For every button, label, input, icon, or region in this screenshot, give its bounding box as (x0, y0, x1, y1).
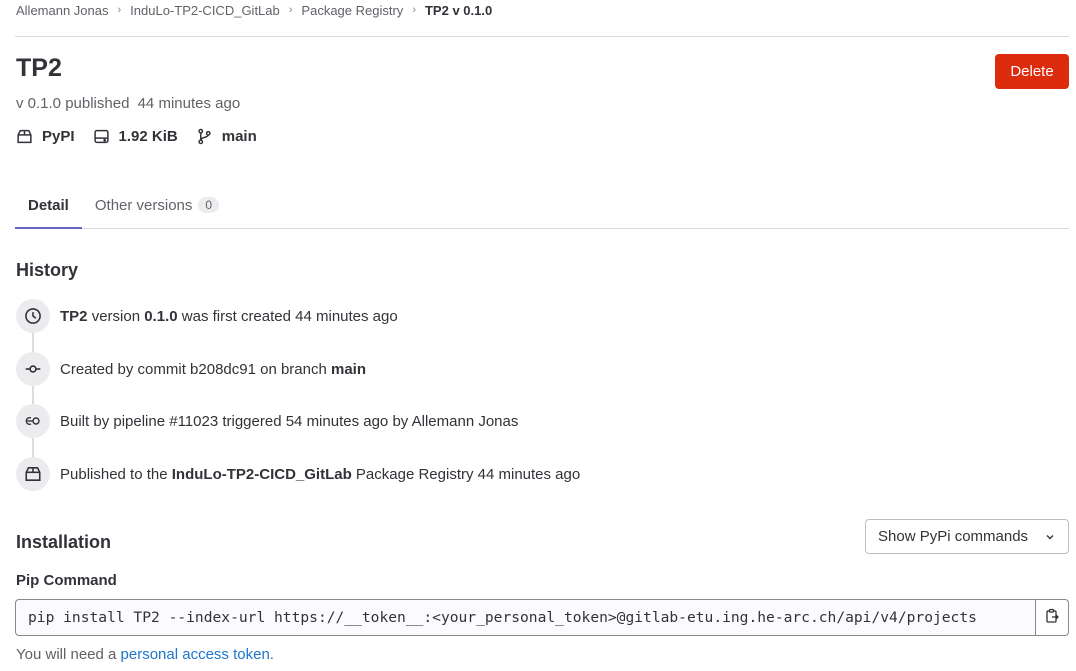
chevron-down-icon (1044, 531, 1056, 543)
other-versions-count-badge: 0 (198, 197, 220, 213)
branch-icon (196, 128, 213, 145)
published-version: v 0.1.0 published (16, 95, 130, 112)
tabs: Detail Other versions 0 (15, 183, 1069, 229)
chevron-right-icon: › (412, 4, 416, 16)
package-meta: PyPI 1.92 KiB main (16, 126, 275, 146)
published-info: v 0.1.0 published 44 minutes ago (16, 95, 240, 112)
breadcrumb-item-user[interactable]: Allemann Jonas (16, 3, 109, 18)
history-project: InduLo-TP2-CICD_GitLab (171, 465, 352, 483)
pip-command-text: pip install TP2 --index-url https://__to… (28, 609, 977, 626)
breadcrumb-item-project[interactable]: InduLo-TP2-CICD_GitLab (130, 3, 280, 18)
delete-button[interactable]: Delete (995, 54, 1069, 89)
package-type-label: PyPI (42, 127, 75, 145)
tab-detail-label: Detail (28, 196, 69, 214)
copy-icon (1044, 608, 1060, 627)
breadcrumb-item-current[interactable]: TP2 v 0.1.0 (425, 3, 492, 18)
pip-command-field[interactable]: pip install TP2 --index-url https://__to… (15, 599, 1036, 636)
history-title: History (16, 260, 79, 280)
help-text: You will need a personal access token. (16, 646, 274, 663)
page-title: TP2 (16, 54, 62, 82)
chevron-right-icon: › (117, 4, 122, 16)
package-icon (16, 457, 50, 491)
dropdown-label: Show PyPi commands (878, 528, 1029, 545)
package-size: 1.92 KiB (93, 128, 178, 145)
package-branch[interactable]: main (196, 128, 257, 145)
breadcrumb-item-registry[interactable]: Package Registry (301, 3, 403, 18)
timeline-line (32, 318, 34, 474)
copy-command-button[interactable] (1035, 599, 1069, 636)
history-item-created: TP2 version 0.1.0 was first created 44 m… (16, 299, 398, 333)
history-item-published-text: Published to the InduLo-TP2-CICD_GitLab … (60, 466, 580, 483)
history-item-pipeline-text: Built by pipeline #11023 triggered 54 mi… (60, 412, 519, 430)
history-text: version (91, 307, 141, 325)
help-prefix: You will need a (16, 646, 117, 663)
commit-icon (16, 352, 50, 386)
tab-other-versions-label: Other versions (94, 196, 193, 214)
breadcrumb: Allemann Jonas › InduLo-TP2-CICD_GitLab … (16, 2, 492, 18)
history-item-created-text: TP2 version 0.1.0 was first created 44 m… (60, 308, 398, 325)
package-size-label: 1.92 KiB (118, 127, 178, 145)
history-text: Package Registry 44 minutes ago (355, 465, 581, 483)
history-package-name: TP2 (60, 307, 88, 325)
history-item-commit-text: Created by commit b208dc91 on branch mai… (60, 361, 366, 378)
history-text: Created by commit b208dc91 on branch (60, 360, 327, 378)
pypi-commands-dropdown[interactable]: Show PyPi commands (865, 519, 1069, 554)
pip-command-label: Pip Command (16, 572, 117, 589)
disk-icon (93, 128, 110, 145)
tab-other-versions[interactable]: Other versions 0 (82, 182, 232, 228)
history-item-commit: Created by commit b208dc91 on branch mai… (16, 352, 366, 386)
header-divider (15, 36, 1069, 37)
help-suffix: . (269, 646, 274, 663)
pipeline-icon (16, 404, 50, 438)
history-text: was first created 44 minutes ago (181, 307, 398, 325)
chevron-right-icon: › (288, 4, 293, 16)
history-text: Published to the (60, 465, 168, 483)
history-branch: main (331, 360, 367, 378)
history-item-published: Published to the InduLo-TP2-CICD_GitLab … (16, 457, 580, 491)
tab-detail[interactable]: Detail (15, 182, 82, 229)
package-icon (16, 128, 33, 145)
published-time: 44 minutes ago (137, 95, 241, 112)
history-version: 0.1.0 (144, 307, 178, 325)
package-branch-label: main (221, 127, 257, 145)
package-type: PyPI (16, 128, 75, 145)
installation-title: Installation (16, 532, 112, 552)
personal-access-token-link[interactable]: personal access token (121, 646, 270, 663)
clock-icon (16, 299, 50, 333)
history-item-pipeline: Built by pipeline #11023 triggered 54 mi… (16, 404, 519, 438)
